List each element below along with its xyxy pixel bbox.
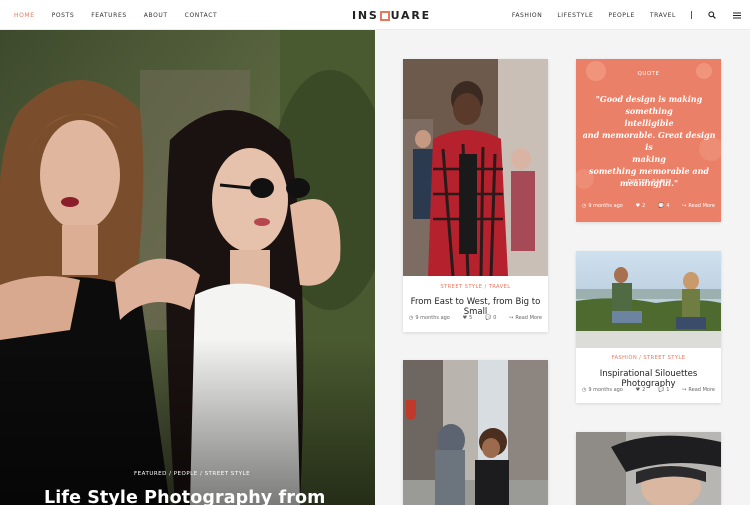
post-likes[interactable]: ♥ 5 [463,315,473,321]
main-nav: HOME POSTS FEATURES ABOUT CONTACT [14,0,217,30]
read-more-link[interactable]: ↪ Read More [682,203,715,209]
featured-post[interactable]: FEATURED / PEOPLE / STREET STYLE Life St… [0,30,375,505]
quote-card[interactable]: QUOTE "Good design is making something i… [576,59,721,222]
share-icon: ↪ [682,203,687,209]
post-title[interactable]: From East to West, from Big to Small [403,297,548,317]
quote-likes[interactable]: ♥ 2 [636,203,646,209]
quote-label: QUOTE [637,71,660,77]
post-categories[interactable]: FASHION / STREET STYLE [576,355,721,361]
nav-features[interactable]: FEATURES [91,12,127,19]
nav-posts[interactable]: POSTS [52,12,75,19]
clock-icon: ◷ [409,315,414,321]
quote-text: "Good design is making something intelli… [582,94,716,188]
post-time: ◷ 9 months ago [582,387,623,393]
read-more-link[interactable]: ↪ Read More [509,315,542,321]
category-nav: FASHION LIFESTYLE PEOPLE TRAVEL [512,0,742,30]
logo-text-right: UARE [390,9,431,22]
clock-icon: ◷ [582,203,587,209]
post-card[interactable]: STREET STYLE / TRAVEL From East to West,… [403,59,548,332]
post-card[interactable]: FASHION / STREET STYLE Inspirational Sil… [576,251,721,403]
post-likes[interactable]: ♥ 2 [636,387,646,393]
search-icon[interactable] [707,10,717,20]
post-card[interactable] [403,360,548,505]
heart-icon: ♥ [635,387,641,393]
nav-fashion[interactable]: FASHION [512,12,543,19]
read-more-link[interactable]: ↪ Read More [682,387,715,393]
quote-meta: ◷ 9 months ago ♥ 2 💬 4 ↪ Read More [576,203,721,209]
quote-author: DIETER RAMS [627,179,670,185]
post-meta: ◷ 9 months ago ♥ 5 💬 0 ↪ Read More [403,315,548,321]
nav-people[interactable]: PEOPLE [608,12,634,19]
comment-icon: 💬 [485,315,492,321]
logo-text-left: INS [352,9,379,22]
nav-contact[interactable]: CONTACT [185,12,218,19]
logo-square-icon [379,10,390,21]
nav-lifestyle[interactable]: LIFESTYLE [557,12,593,19]
post-time: ◷ 9 months ago [409,315,450,321]
post-card[interactable] [576,432,721,505]
post-image [403,360,548,505]
hero-categories[interactable]: FEATURED / PEOPLE / STREET STYLE [134,471,250,477]
quote-time: ◷ 9 months ago [582,203,623,209]
nav-about[interactable]: ABOUT [144,12,168,19]
site-logo[interactable]: INS UARE [352,9,431,22]
nav-divider [691,11,692,19]
post-comments[interactable]: 💬 1 [658,387,669,393]
quote-comments[interactable]: 💬 4 [658,203,669,209]
post-image [576,432,721,505]
nav-home[interactable]: HOME [14,12,35,19]
post-categories[interactable]: STREET STYLE / TRAVEL [403,284,548,290]
heart-icon: ♥ [462,315,468,321]
post-title[interactable]: Inspirational Silouettes Photography [576,369,721,389]
hero-title[interactable]: Life Style Photography from Wabi [44,488,375,505]
comment-icon: 💬 [658,203,665,209]
comment-icon: 💬 [658,387,665,393]
share-icon: ↪ [682,387,687,393]
site-header: HOME POSTS FEATURES ABOUT CONTACT INS UAR… [0,0,750,30]
post-image [576,251,721,348]
heart-icon: ♥ [635,203,641,209]
post-meta: ◷ 9 months ago ♥ 2 💬 1 ↪ Read More [576,387,721,393]
menu-icon[interactable] [732,10,742,20]
clock-icon: ◷ [582,387,587,393]
post-image [403,59,548,277]
nav-travel[interactable]: TRAVEL [650,12,676,19]
post-comments[interactable]: 💬 0 [485,315,496,321]
share-icon: ↪ [509,315,514,321]
hero-image [0,30,375,505]
